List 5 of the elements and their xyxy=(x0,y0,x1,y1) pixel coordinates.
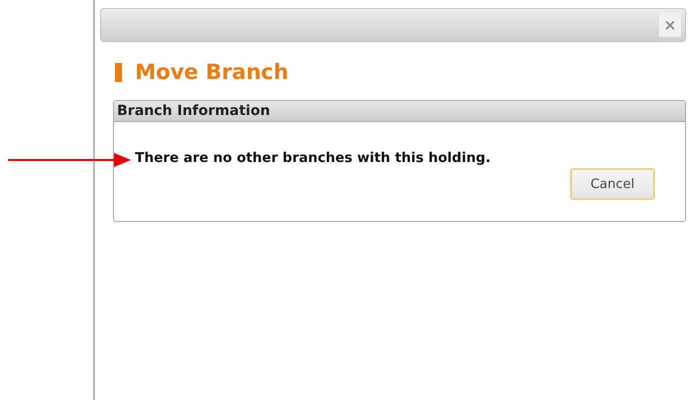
panel-header: Branch Information xyxy=(114,101,685,122)
dialog-title: Move Branch xyxy=(135,60,288,84)
title-marker-icon xyxy=(115,62,122,82)
cancel-button[interactable]: Cancel xyxy=(570,168,655,200)
message-text: There are no other branches with this holding. xyxy=(135,150,492,166)
